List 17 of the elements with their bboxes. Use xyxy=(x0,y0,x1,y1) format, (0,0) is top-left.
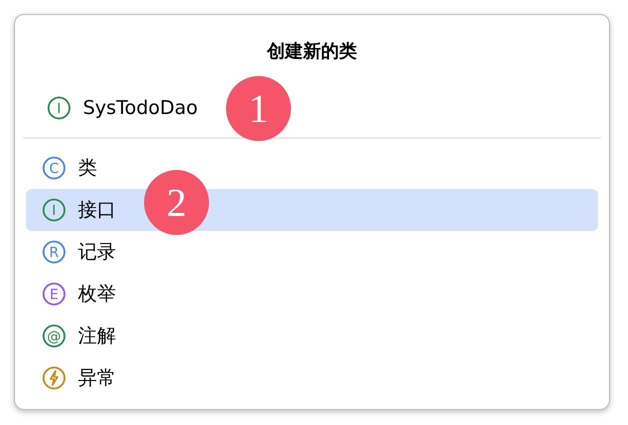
letter-circle-icon: @ xyxy=(42,324,66,348)
item-label: 异常 xyxy=(78,366,116,391)
letter-circle-icon: E xyxy=(42,282,66,306)
list-item[interactable]: E 枚举 xyxy=(26,273,598,315)
letter-circle-icon: C xyxy=(42,156,66,180)
dialog-title: 创建新的类 xyxy=(267,40,357,64)
item-label: 枚举 xyxy=(78,282,116,307)
letter-circle-icon: I xyxy=(47,96,71,120)
item-label: 接口 xyxy=(78,198,116,223)
letter-circle-icon: I xyxy=(42,198,66,222)
item-label: 类 xyxy=(78,156,97,181)
list-item[interactable]: 异常 xyxy=(26,357,598,399)
name-field[interactable]: I SysTodoDao xyxy=(47,87,202,129)
item-label: 记录 xyxy=(78,240,116,265)
letter-circle-icon: R xyxy=(42,240,66,264)
list-item[interactable]: @ 注解 xyxy=(26,315,598,357)
item-label: 注解 xyxy=(78,324,116,349)
